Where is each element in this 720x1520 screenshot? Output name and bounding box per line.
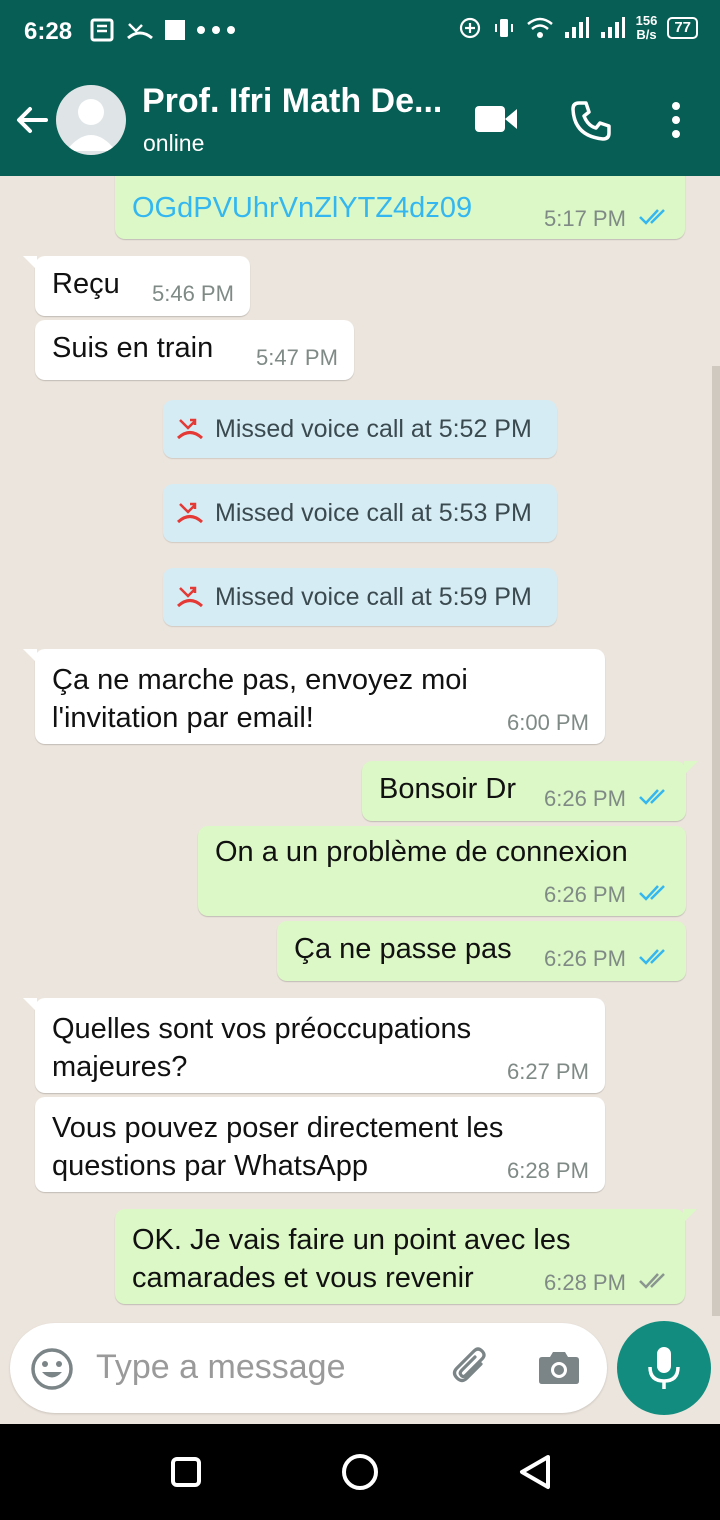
arrow-back-icon[interactable]	[12, 100, 52, 140]
signal-1-icon	[564, 17, 589, 38]
signal-2-icon	[600, 17, 625, 38]
mic-button[interactable]	[617, 1321, 711, 1415]
chat-header: Prof. Ifri Math De... online	[0, 64, 720, 176]
message-time: 6:28 PM	[507, 1158, 589, 1183]
message-time: 6:26 PM	[544, 946, 626, 971]
message-incoming[interactable]: Ça ne marche pas, envoyez moi l'invitati…	[23, 649, 605, 744]
missed-call-notice[interactable]: Missed voice call at 5:59 PM	[163, 568, 557, 626]
message-outgoing[interactable]: OK. Je vais faire un point avec les cama…	[115, 1209, 697, 1304]
message-time: 6:26 PM	[544, 786, 626, 811]
message-outgoing[interactable]: On a un problème de connexion 6:26 PM	[198, 826, 686, 916]
system-indicators: 156 B/s 77	[458, 14, 698, 42]
vibrate-icon	[494, 19, 513, 37]
net-speed-unit: B/s	[636, 27, 657, 42]
message-outgoing[interactable]: Ça ne passe pas 6:26 PM	[277, 921, 686, 981]
message-text: Quelles sont vos préoccupations majeures…	[52, 1013, 472, 1083]
bubble-tail	[23, 256, 37, 270]
paperclip-icon[interactable]	[450, 1347, 494, 1391]
bubble-tail	[683, 1209, 697, 1223]
message-incoming[interactable]: Quelles sont vos préoccupations majeures…	[23, 998, 605, 1093]
scrollbar[interactable]	[712, 366, 720, 1316]
message-text: On a un problème de connexion	[215, 836, 628, 868]
status-bar: 6:28 156 B/s 77	[0, 0, 720, 64]
square-notification-icon	[165, 20, 185, 40]
message-time: 6:00 PM	[507, 710, 589, 735]
message-incoming[interactable]: Reçu 5:46 PM	[23, 256, 250, 316]
message-time: 5:47 PM	[256, 345, 338, 370]
default-avatar-icon	[66, 99, 116, 151]
message-text: Vous pouvez poser directement les questi…	[52, 1112, 504, 1182]
battery-indicator: 77	[667, 17, 698, 39]
message-outgoing[interactable]: Bonsoir Dr 6:26 PM	[362, 761, 698, 821]
missed-call-text: Missed voice call at 5:52 PM	[215, 415, 532, 443]
more-notifications-icon	[197, 26, 235, 34]
news-notification-icon	[90, 18, 114, 42]
message-text: Ça ne marche pas, envoyez moi l'invitati…	[52, 664, 468, 734]
missed-call-notice[interactable]: Missed voice call at 5:53 PM	[163, 484, 557, 542]
delivered-ticks-icon	[639, 1273, 665, 1289]
message-text: Ça ne passe pas	[294, 933, 512, 965]
missed-call-notice[interactable]: Missed voice call at 5:52 PM	[163, 400, 557, 458]
read-ticks-icon	[639, 209, 665, 225]
missed-call-text: Missed voice call at 5:59 PM	[215, 583, 532, 611]
wifi-icon	[526, 17, 553, 38]
read-ticks-icon	[639, 789, 665, 805]
contact-status: online	[143, 130, 205, 156]
message-incoming[interactable]: Vous pouvez poser directement les questi…	[35, 1097, 605, 1192]
status-time: 6:28	[24, 18, 73, 45]
data-saver-icon	[459, 17, 480, 39]
bubble-tail	[23, 998, 37, 1012]
system-nav-bar	[0, 1424, 720, 1520]
net-speed-value: 156	[635, 13, 658, 28]
mic-icon	[648, 1347, 680, 1389]
message-time: 6:27 PM	[507, 1059, 589, 1084]
message-composer	[10, 1323, 607, 1413]
missed-call-notification-icon	[127, 23, 153, 40]
recents-button[interactable]	[171, 1457, 201, 1487]
message-time: 5:46 PM	[152, 281, 234, 306]
emoji-icon[interactable]	[30, 1347, 74, 1391]
bubble-tail	[684, 761, 698, 775]
message-input[interactable]	[96, 1345, 396, 1389]
message-outgoing[interactable]: OGdPVUhrVnZlYTZ4dz09 5:17 PM	[115, 176, 685, 239]
missed-call-text: Missed voice call at 5:53 PM	[215, 499, 532, 527]
video-call-icon[interactable]	[474, 104, 518, 134]
message-incoming[interactable]: Suis en train 5:47 PM	[35, 320, 354, 380]
notification-icons	[90, 18, 236, 42]
bubble-tail	[23, 649, 37, 663]
home-button[interactable]	[342, 1454, 378, 1490]
read-ticks-icon	[639, 949, 665, 965]
message-time: 6:28 PM	[544, 1270, 626, 1295]
message-text: OK. Je vais faire un point avec les cama…	[132, 1224, 571, 1294]
more-vert-icon[interactable]	[662, 100, 690, 140]
nav-back-icon[interactable]	[518, 1454, 552, 1490]
missed-call-icon	[177, 418, 203, 440]
missed-call-icon	[177, 586, 203, 608]
message-text: Suis en train	[52, 332, 214, 364]
contact-avatar[interactable]	[56, 85, 126, 155]
message-text: Bonsoir Dr	[379, 773, 516, 805]
chat-area[interactable]: OGdPVUhrVnZlYTZ4dz09 5:17 PM Reçu 5:46 P…	[0, 176, 720, 1424]
message-time: 5:17 PM	[544, 206, 626, 231]
message-link-text[interactable]: OGdPVUhrVnZlYTZ4dz09	[132, 189, 472, 227]
missed-call-icon	[177, 502, 203, 524]
contact-name[interactable]: Prof. Ifri Math De...	[142, 82, 462, 121]
message-time: 6:26 PM	[544, 882, 626, 907]
net-speed: 156 B/s	[636, 14, 658, 42]
read-ticks-icon	[639, 885, 665, 901]
camera-icon[interactable]	[538, 1349, 580, 1385]
phone-icon[interactable]	[570, 100, 612, 142]
message-text: Reçu	[52, 268, 120, 300]
